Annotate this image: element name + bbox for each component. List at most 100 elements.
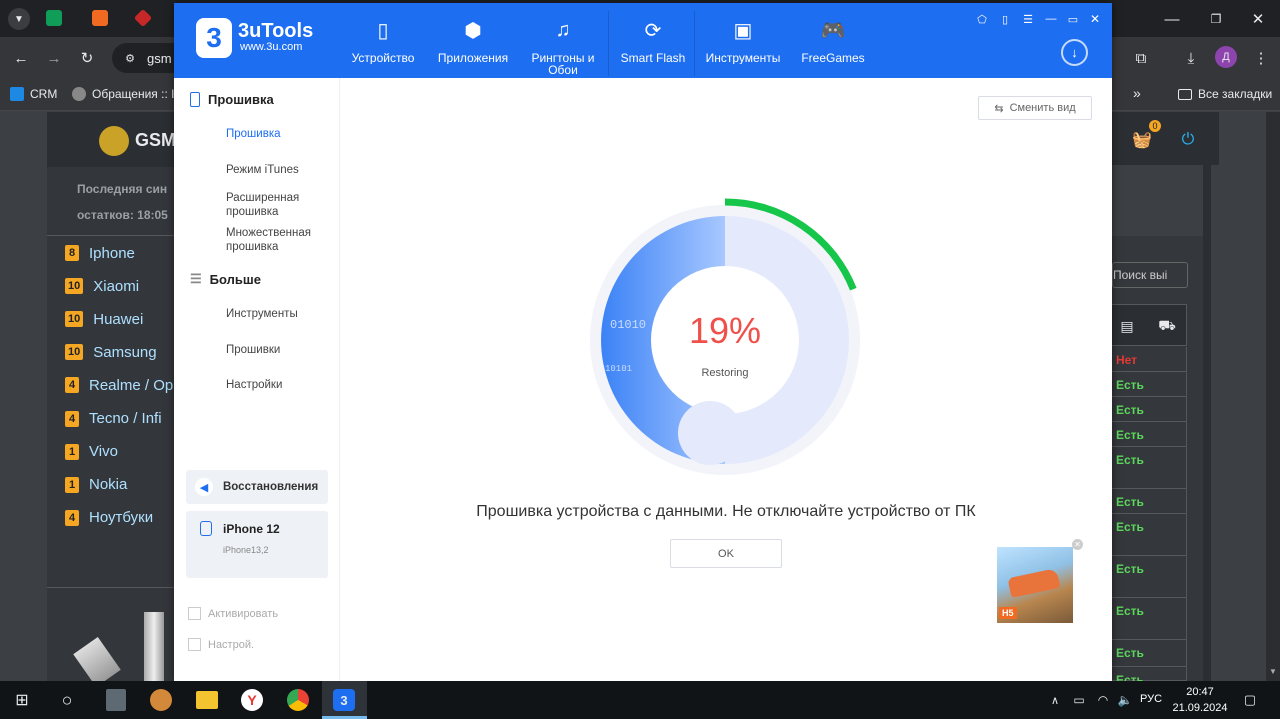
bookmark-crm-label: CRM (30, 87, 58, 101)
category-item[interactable]: 4 Tecno / Infi (65, 404, 162, 434)
site-info-icon[interactable]: ⚙ (122, 50, 138, 66)
category-count-badge: 1 (65, 443, 79, 460)
taskbar-3utools-active[interactable]: 3 (322, 681, 367, 719)
search-icon[interactable]: ○ (56, 689, 78, 711)
sidebar-item-multi-firmware[interactable]: Множественная прошивка (226, 226, 330, 254)
clock[interactable]: 20:47 21.09.2024 (1170, 684, 1230, 716)
binary-decoration: 10101 (605, 364, 632, 374)
game-ad-image[interactable]: H5 (997, 547, 1073, 623)
tab-search-button[interactable]: ▼ (8, 8, 30, 30)
nav-tab-1[interactable]: ▯ Устройство (340, 15, 426, 75)
extensions-icon[interactable]: ⧉ (1130, 47, 1152, 69)
section-more[interactable]: ☰ Больше (190, 271, 261, 287)
tab-favicon-t-icon[interactable] (92, 10, 108, 26)
category-item[interactable]: 8 Iphone (65, 238, 135, 268)
battery-icon[interactable]: ▭ (1070, 691, 1088, 709)
language-indicator[interactable]: РУС (1140, 693, 1162, 705)
app-sidebar: Прошивка Прошивка Режим iTunes Расширенн… (174, 78, 340, 681)
volume-icon[interactable]: 🔈 (1116, 691, 1134, 709)
address-bar[interactable]: ⚙ gsm (112, 43, 182, 73)
category-item[interactable]: 10 Huawei (65, 304, 143, 334)
paint-icon[interactable] (150, 689, 172, 711)
windows-start-icon[interactable]: ⊞ (12, 690, 32, 710)
nav-tab-6[interactable]: 🎮 FreeGames (790, 15, 876, 75)
ad-close-icon[interactable]: ✕ (1072, 539, 1083, 550)
tray-expand-icon[interactable]: ∧ (1048, 691, 1062, 709)
section-firmware-label: Прошивка (208, 92, 274, 107)
category-item[interactable]: 4 Realme / Op (65, 370, 173, 400)
settings-icon[interactable]: ☰ (1020, 11, 1036, 27)
category-label: Tecno / Infi (89, 410, 162, 427)
cart-icon[interactable]: 🧺 (1131, 130, 1153, 150)
menu-icon[interactable]: ⋮ (1250, 47, 1272, 69)
sidebar-item-tools[interactable]: Инструменты (226, 307, 330, 321)
maximize-icon[interactable]: ▭ (1065, 11, 1081, 27)
switch-view-label: Сменить вид (1009, 102, 1076, 114)
nav-tab-3[interactable]: ♫ Рингтоны и Обои (520, 15, 606, 77)
bookmarks-more[interactable]: » (1133, 85, 1141, 101)
checkbox-box[interactable] (188, 607, 201, 620)
progress-status: Restoring (701, 367, 749, 379)
close-icon[interactable]: ✕ (1087, 11, 1103, 27)
category-label: Samsung (93, 343, 157, 361)
file-explorer-icon[interactable] (196, 691, 218, 709)
sidebar-item-itunes-mode[interactable]: Режим iTunes (226, 163, 330, 177)
tab-favicon-red-icon[interactable] (133, 8, 153, 28)
bookmark-requests[interactable]: Обращения :: In (72, 87, 181, 101)
checkbox-box[interactable] (188, 638, 201, 651)
switch-view-button[interactable]: ⇆ Сменить вид (978, 96, 1092, 120)
download-icon[interactable]: ⤓ (1180, 47, 1202, 69)
sync-line-1: Последняя син (77, 182, 168, 196)
category-item[interactable]: 10 Samsung (65, 337, 157, 367)
activate-label: Активировать (208, 607, 279, 620)
reload-icon[interactable]: ↻ (76, 47, 98, 69)
stock-table: Поиск выі ▤ ⛟ Нет Есть Есть Есть Есть Есть Ест… (1110, 236, 1203, 687)
car-shape (1007, 568, 1061, 598)
bookmark-crm[interactable]: CRM (10, 87, 57, 101)
download-manager-icon[interactable]: ↓ (1061, 39, 1088, 66)
sidebar-item-firmware[interactable]: Прошивка (226, 127, 330, 141)
sync-line-2: остатков: 18:05 (77, 208, 168, 222)
category-item[interactable]: 10 Xiaomi (65, 271, 139, 301)
close-window-icon[interactable]: ✕ (1246, 8, 1270, 30)
feedback-icon[interactable]: ▯ (997, 11, 1013, 27)
minimize-icon[interactable]: — (1043, 11, 1059, 27)
restore-window-icon[interactable]: ❐ (1204, 8, 1228, 30)
page-scrollbar[interactable]: ▼ (1266, 112, 1280, 682)
chrome-icon[interactable] (287, 689, 309, 711)
restore-button[interactable]: ◀ Восстановления (186, 470, 328, 504)
sidebar-item-settings[interactable]: Настройки (226, 378, 330, 392)
stock-table-header: ▤ ⛟ (1110, 304, 1187, 346)
notifications-icon[interactable]: ▢ (1240, 690, 1260, 710)
nav-tab-5[interactable]: ▣ Инструменты (700, 15, 786, 75)
stock-search-input[interactable]: Поиск выі (1112, 262, 1188, 288)
section-firmware[interactable]: Прошивка (190, 92, 274, 107)
calculator-icon[interactable] (106, 689, 126, 711)
nav-tab-label: FreeGames (801, 52, 865, 64)
back-icon[interactable]: ← (10, 47, 32, 69)
music-icon: ♫ (555, 18, 571, 41)
nav-tab-4[interactable]: ⟳ Smart Flash (610, 15, 696, 75)
sidebar-item-advanced-firmware[interactable]: Расширенная прошивка (226, 191, 330, 219)
nav-tab-2[interactable]: ⬢ Приложения (430, 15, 516, 75)
activate-checkbox[interactable]: Активировать (188, 607, 278, 620)
sheets-tab-icon[interactable] (46, 10, 62, 26)
profile-avatar[interactable]: Д (1215, 46, 1237, 68)
category-item[interactable]: 1 Vivo (65, 437, 118, 467)
skin-icon[interactable]: ⬠ (974, 11, 990, 27)
category-item[interactable]: 4 Ноутбуки (65, 503, 153, 533)
scroll-down-icon[interactable]: ▼ (1269, 667, 1277, 679)
ok-button[interactable]: OK (670, 539, 782, 568)
minimize-window-icon[interactable]: — (1160, 8, 1184, 30)
wifi-icon[interactable]: ◠ (1094, 691, 1112, 709)
3utools-window: 3 3uTools www.3u.com ▯ Устройство ⬢ Приложе… (174, 3, 1112, 681)
yandex-browser-icon[interactable]: Y (241, 689, 263, 711)
forward-icon[interactable]: → (43, 47, 65, 69)
gsm-logo-icon (99, 126, 129, 156)
device-card[interactable]: iPhone 12 iPhone13,2 (186, 511, 328, 578)
all-bookmarks[interactable]: Все закладки (1178, 87, 1272, 101)
power-icon[interactable]: ⏻ (1177, 129, 1199, 151)
category-item[interactable]: 1 Nokia (65, 470, 127, 500)
sidebar-item-firmwares[interactable]: Прошивки (226, 343, 330, 357)
setup-checkbox[interactable]: Настрой. (188, 638, 254, 651)
